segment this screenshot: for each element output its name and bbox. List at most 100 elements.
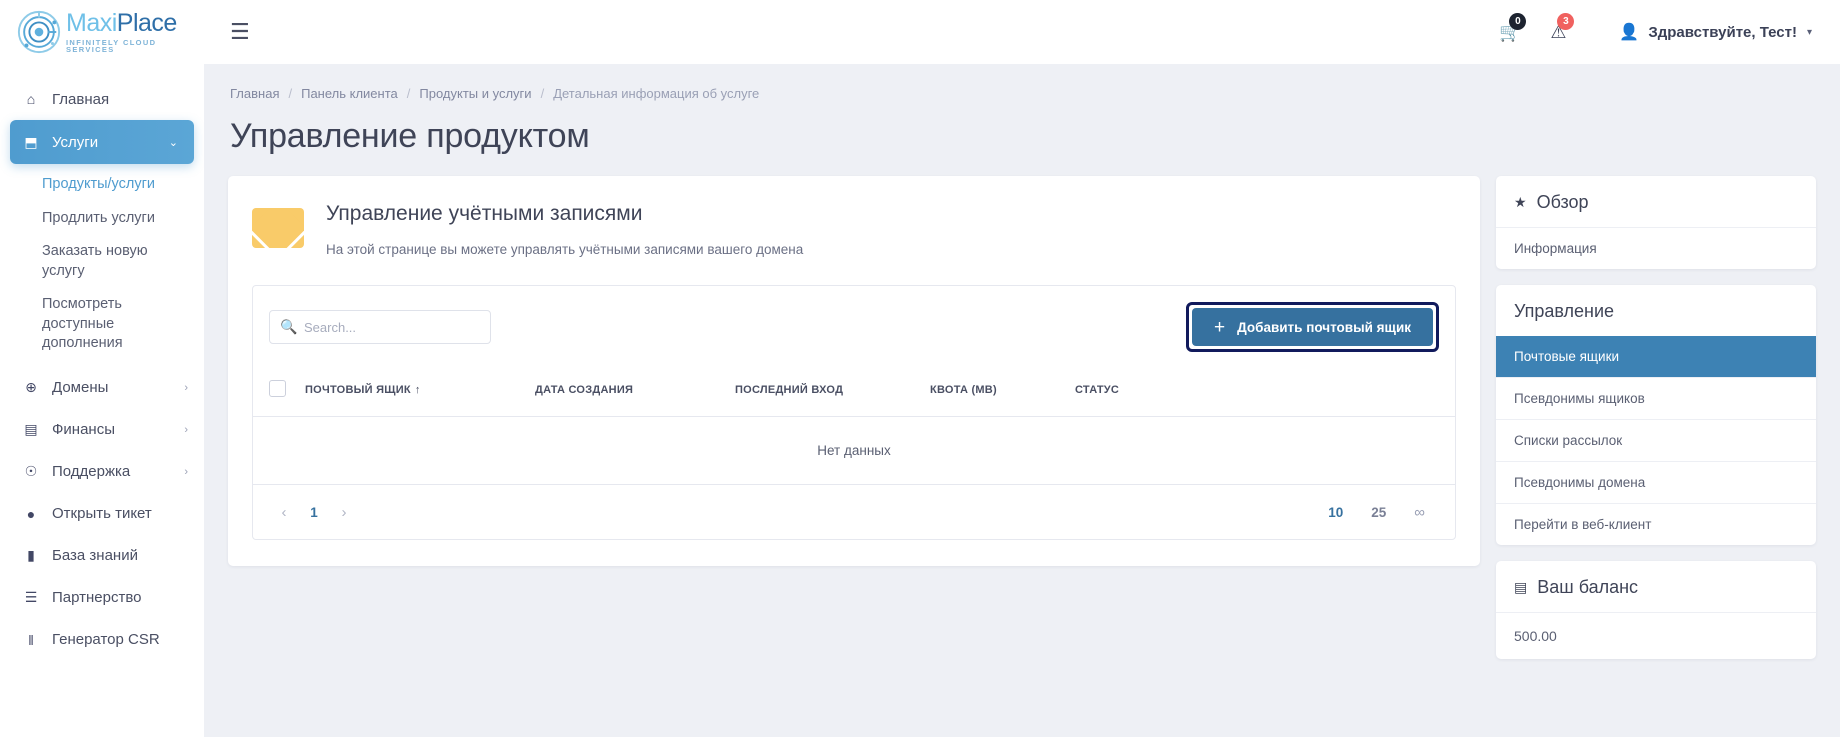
select-all-header [253, 366, 297, 417]
brand-name-part1: Maxi [66, 8, 117, 37]
table-head: ПОЧТОВЫЙ ЯЩИК ↑ ДАТА СОЗДАНИЯ ПОСЛЕДНИЙ В… [253, 366, 1455, 417]
search-icon: 🔍 [280, 318, 298, 335]
management-item-domain-aliases[interactable]: Псевдонимы домена [1496, 462, 1816, 504]
management-item-webmail[interactable]: Перейти в веб-клиент [1496, 504, 1816, 545]
user-greeting: Здравствуйте, Тест! [1648, 23, 1797, 41]
overview-item-information[interactable]: Информация [1496, 228, 1816, 269]
table-empty-text: Нет данных [253, 416, 1455, 485]
cart-button[interactable]: 🛒 0 [1489, 11, 1531, 53]
brand-tagline: INFINITELY CLOUD SERVICES [66, 37, 157, 54]
overview-panel-title: Обзор [1536, 192, 1589, 212]
balance-panel-header: ▤ Ваш баланс [1496, 561, 1816, 613]
management-panel: Управление Почтовые ящики Псевдонимы ящи… [1496, 285, 1816, 545]
product-card-texts: Управление учётными записями На этой стр… [326, 198, 803, 257]
sidebar-item-csr-generator[interactable]: ‖ Генератор CSR [0, 619, 204, 661]
sidebar-subitem-products[interactable]: Продукты/услуги [0, 168, 204, 202]
card-icon: ▤ [1514, 579, 1528, 595]
chevron-right-icon: › [184, 423, 188, 436]
sidebar-item-label: Открыть тикет [52, 505, 152, 523]
breadcrumb-separator: / [288, 86, 293, 101]
sidebar-item-support[interactable]: ☉ Поддержка › [0, 451, 204, 493]
sidebar-item-services[interactable]: ⬒ Услуги ⌄ [10, 120, 194, 164]
content-columns: Управление учётными записями На этой стр… [228, 176, 1816, 675]
table-pagination: ‹ 1 › 10 25 ∞ [253, 485, 1455, 539]
envelope-icon [252, 208, 304, 248]
add-mailbox-focus-ring: + Добавить почтовый ящик [1185, 302, 1439, 352]
sidebar-item-open-ticket[interactable]: ● Открыть тикет [0, 493, 204, 535]
add-mailbox-button-label: Добавить почтовый ящик [1237, 319, 1411, 335]
sidebar-item-finance[interactable]: ▤ Финансы › [0, 409, 204, 451]
sidebar-item-label: Финансы [52, 421, 115, 439]
column-mailbox[interactable]: ПОЧТОВЫЙ ЯЩИК ↑ [297, 366, 527, 417]
breadcrumb-item-home[interactable]: Главная [230, 86, 279, 101]
page-size-25[interactable]: 25 [1357, 505, 1400, 520]
user-menu[interactable]: 👤 Здравствуйте, Тест! ▾ [1619, 22, 1812, 42]
overview-panel: ★ Обзор Информация [1496, 176, 1816, 269]
breadcrumb-separator: / [406, 86, 411, 101]
column-last-login[interactable]: ПОСЛЕДНИЙ ВХОД [727, 366, 922, 417]
breadcrumb-item-client-panel[interactable]: Панель клиента [301, 86, 398, 101]
table-header-row: ПОЧТОВЫЙ ЯЩИК ↑ ДАТА СОЗДАНИЯ ПОСЛЕДНИЙ В… [253, 366, 1455, 417]
sidebar-subitem-order-new[interactable]: Заказать новую услугу [0, 235, 204, 288]
balance-panel-title: Ваш баланс [1537, 577, 1639, 597]
chevron-down-icon: ⌄ [168, 136, 178, 149]
select-all-checkbox[interactable] [269, 380, 286, 397]
left-column: Управление учётными записями На этой стр… [228, 176, 1480, 566]
menu-toggle-icon[interactable]: ☰ [224, 17, 256, 47]
product-card-header: Управление учётными записями На этой стр… [252, 198, 1456, 257]
chevron-down-icon: ▾ [1806, 26, 1812, 38]
add-mailbox-button[interactable]: + Добавить почтовый ящик [1191, 308, 1433, 346]
content-area: Главная / Панель клиента / Продукты и ус… [204, 64, 1840, 737]
barcode-icon: ‖ [28, 631, 34, 648]
chevron-right-icon: › [184, 381, 188, 394]
management-panel-title: Управление [1514, 301, 1615, 321]
product-management-card: Управление учётными записями На этой стр… [228, 176, 1480, 566]
column-created-date[interactable]: ДАТА СОЗДАНИЯ [527, 366, 727, 417]
sidebar-item-label: Партнерство [52, 589, 142, 607]
overview-panel-header: ★ Обзор [1496, 176, 1816, 228]
breadcrumb-item-products[interactable]: Продукты и услуги [419, 86, 531, 101]
chat-icon: ● [26, 505, 36, 522]
sidebar-item-label: Главная [52, 90, 110, 108]
pagination-next-button[interactable]: › [329, 497, 359, 527]
brand-wordmark: MaxiPlace INFINITELY CLOUD SERVICES [66, 8, 204, 54]
sidebar-item-home[interactable]: ⌂ Главная [0, 78, 204, 120]
sort-ascending-icon: ↑ [414, 384, 421, 396]
table-empty-row: Нет данных [253, 416, 1455, 485]
breadcrumb-separator: / [540, 86, 545, 101]
product-card-description: На этой странице вы можете управлять учё… [326, 242, 804, 257]
management-item-mailing-lists[interactable]: Списки рассылок [1496, 420, 1816, 462]
document-icon: ▮ [27, 547, 35, 564]
sidebar-item-partnership[interactable]: ☰ Партнерство [0, 577, 204, 619]
management-item-mailboxes[interactable]: Почтовые ящики [1496, 336, 1816, 378]
page-size-10[interactable]: 10 [1314, 505, 1357, 520]
column-quota[interactable]: КВОТА (MB) [922, 366, 1067, 417]
table-body: Нет данных [253, 416, 1455, 485]
alerts-button[interactable]: ⚠ 3 [1537, 11, 1579, 53]
sidebar-nav: ⌂ Главная ⬒ Услуги ⌄ Продукты/услуги Про… [0, 78, 204, 661]
balance-panel: ▤ Ваш баланс 500.00 [1496, 561, 1816, 659]
sidebar-item-domains[interactable]: ⊕ Домены › [0, 367, 204, 409]
sidebar-item-label: База знаний [52, 547, 138, 565]
sidebar-subitem-addons[interactable]: Посмотреть доступные дополнения [0, 288, 204, 361]
search-input[interactable] [269, 310, 491, 344]
chevron-right-icon: › [184, 465, 188, 478]
brand-logo[interactable]: MaxiPlace INFINITELY CLOUD SERVICES [0, 0, 204, 64]
product-card-title: Управление учётными записями [326, 202, 643, 225]
right-column: ★ Обзор Информация Управление Почтовые я… [1496, 176, 1816, 675]
sidebar-submenu-services: Продукты/услуги Продлить услуги Заказать… [0, 164, 204, 367]
sidebar-item-label: Поддержка [52, 463, 131, 481]
content-inner: Главная / Панель клиента / Продукты и ус… [204, 82, 1840, 675]
table-toolbar: 🔍 + Добавить почтовый ящик [253, 286, 1455, 366]
cart-count-badge: 0 [1509, 13, 1527, 30]
pagination-page-1[interactable]: 1 [299, 497, 329, 527]
sidebar-item-knowledge-base[interactable]: ▮ База знаний [0, 535, 204, 577]
sidebar-item-label: Домены [52, 379, 109, 397]
column-status[interactable]: СТАТУС [1067, 366, 1455, 417]
management-item-mailbox-aliases[interactable]: Псевдонимы ящиков [1496, 378, 1816, 420]
page-title: Управление продуктом [230, 117, 590, 155]
page-size-all[interactable]: ∞ [1400, 504, 1439, 521]
brand-name-part2: Place [116, 8, 178, 37]
sidebar-subitem-renew[interactable]: Продлить услуги [0, 202, 204, 236]
pagination-prev-button[interactable]: ‹ [269, 497, 299, 527]
